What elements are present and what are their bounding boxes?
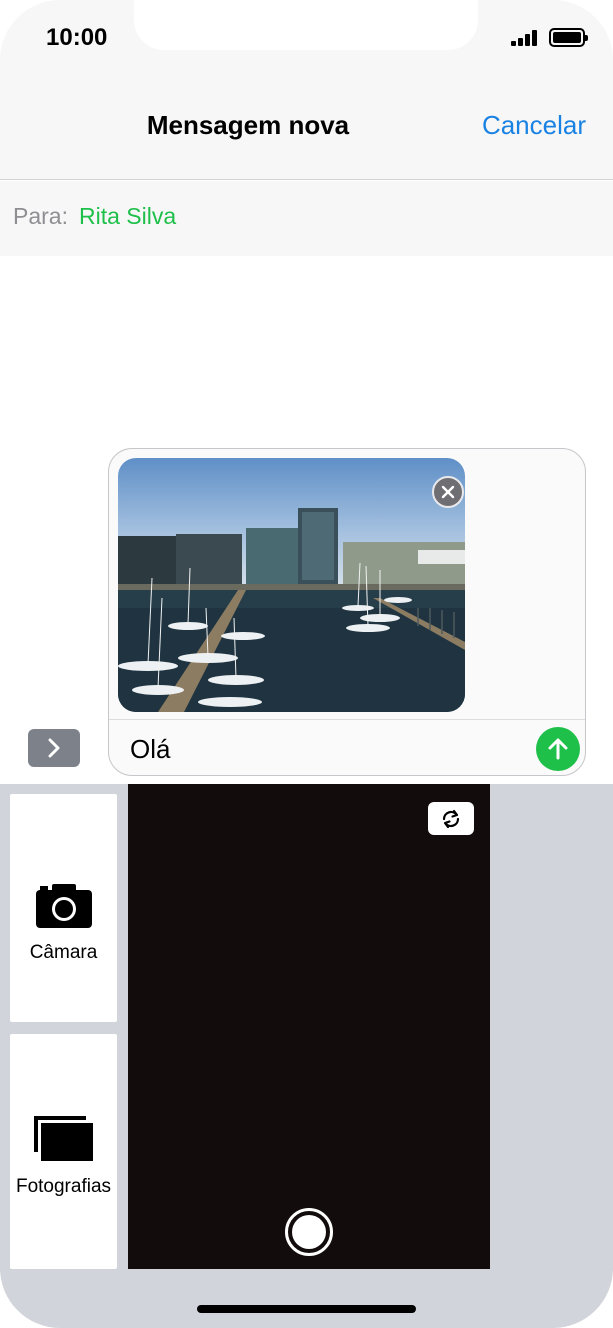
- messages-screen: 10:00 Mensagem nova Cancelar Para: Rita …: [0, 0, 613, 1328]
- shutter-button[interactable]: [285, 1208, 333, 1256]
- camera-tile[interactable]: Câmara: [10, 794, 117, 1022]
- message-composer[interactable]: Olá: [108, 448, 586, 776]
- recipient-label: Para:: [13, 203, 68, 229]
- status-time: 10:00: [46, 24, 108, 51]
- photos-label: Fotografias: [15, 1176, 112, 1197]
- close-icon: [441, 485, 455, 499]
- camera-viewfinder[interactable]: [128, 784, 490, 1269]
- recipient-name[interactable]: Rita Silva: [79, 203, 176, 230]
- attached-photo[interactable]: [118, 458, 465, 712]
- recipient-field[interactable]: Para: Rita Silva: [0, 181, 613, 256]
- harbour-photo-thumbnail: [500, 784, 613, 1026]
- composer-divider: [109, 719, 585, 720]
- chevron-right-icon: [48, 738, 60, 758]
- notch: [134, 0, 478, 50]
- camera-label: Câmara: [29, 942, 98, 963]
- harbour-photo: [118, 458, 465, 712]
- expand-apps-button[interactable]: [28, 729, 80, 767]
- flip-camera-icon: [442, 809, 460, 828]
- arrow-up-icon: [548, 738, 568, 760]
- page-title: Mensagem nova: [146, 110, 350, 140]
- photo-stack-icon: [34, 1116, 93, 1161]
- camera-icon: [36, 884, 92, 928]
- battery-icon: [549, 28, 588, 47]
- photo-tray: Câmara Fotografias: [0, 784, 613, 1328]
- home-indicator[interactable]: [197, 1305, 416, 1313]
- send-button[interactable]: [536, 727, 580, 771]
- signal-bars-icon: [511, 30, 541, 46]
- message-input[interactable]: Olá: [130, 734, 170, 765]
- recent-photo-thumbnail[interactable]: [500, 784, 613, 1026]
- remove-attachment-button[interactable]: [432, 476, 464, 508]
- cancel-button[interactable]: Cancelar: [482, 110, 586, 141]
- navigation-bar: Mensagem nova Cancelar: [0, 80, 613, 180]
- status-bar: 10:00: [0, 0, 613, 80]
- photos-tile[interactable]: Fotografias: [10, 1034, 117, 1269]
- flip-camera-button[interactable]: [428, 802, 474, 835]
